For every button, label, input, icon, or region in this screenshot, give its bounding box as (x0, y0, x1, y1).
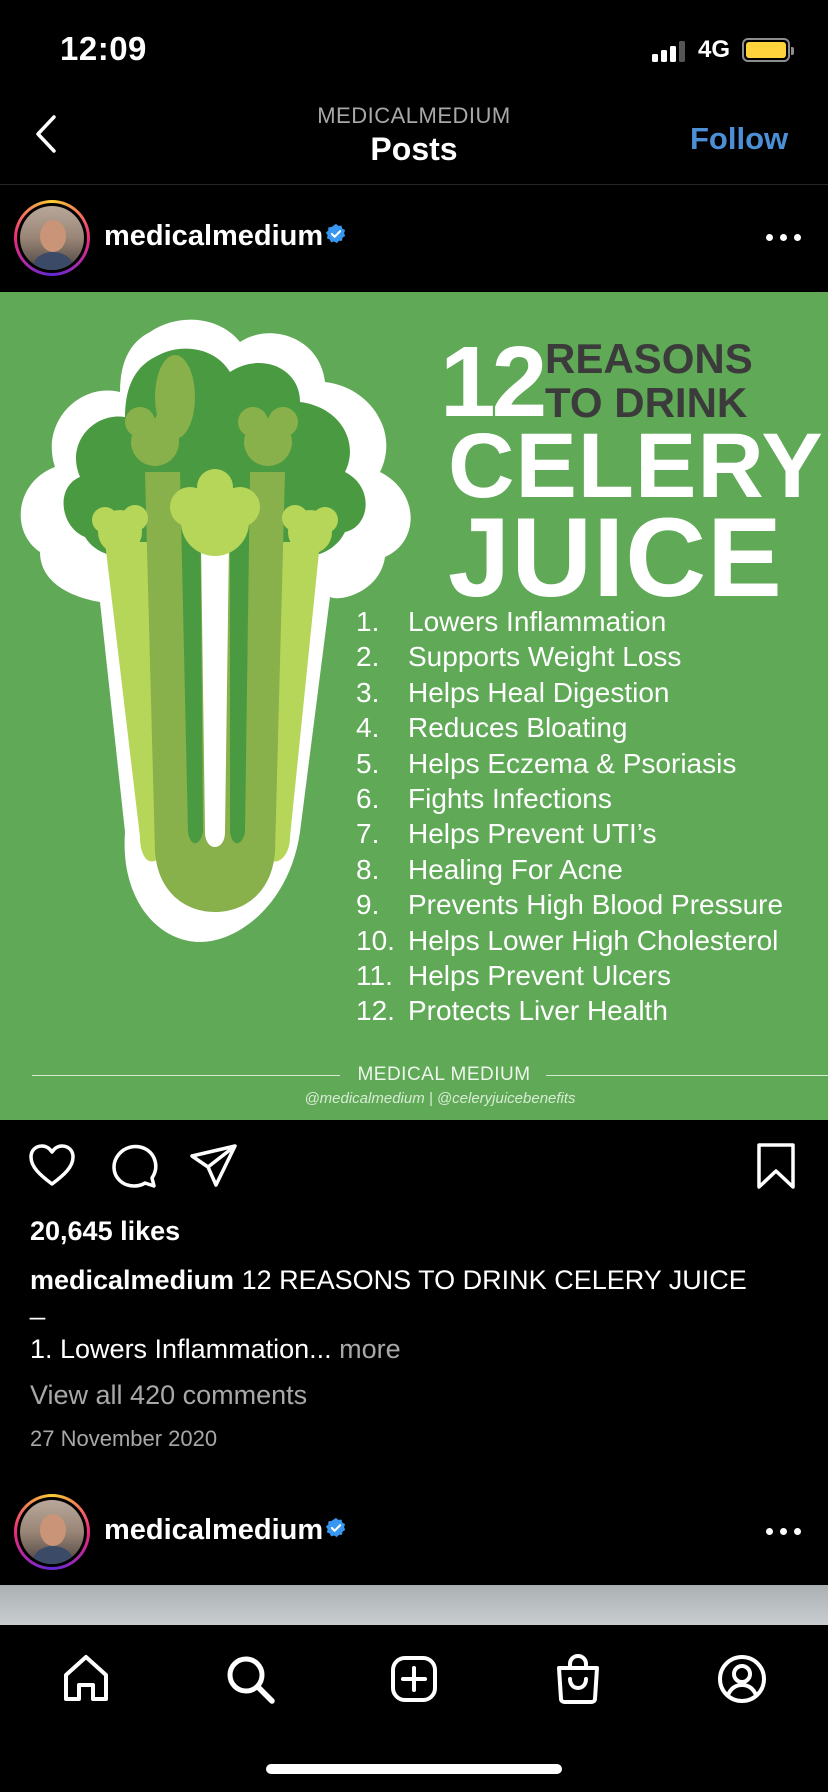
follow-button[interactable]: Follow (690, 121, 788, 157)
verified-badge-icon (325, 223, 346, 244)
list-item: 11. Helps Prevent Ulcers (356, 959, 671, 991)
status-time: 12:09 (60, 30, 147, 67)
nav-titles: MEDICALMEDIUM Posts (214, 103, 614, 168)
nav-bar: MEDICALMEDIUM Posts Follow (0, 95, 828, 185)
network-label: 4G (698, 36, 731, 63)
back-button[interactable] (28, 109, 68, 159)
status-bar: 12:09 4G (0, 0, 828, 95)
list-item: 7. Helps Prevent UTI’s (356, 818, 657, 850)
post-username[interactable]: medicalmedium (104, 220, 323, 253)
nav-subtitle: MEDICALMEDIUM (317, 103, 511, 128)
post-username[interactable]: medicalmedium (104, 1514, 323, 1547)
post-date: 27 November 2020 (30, 1426, 218, 1451)
image-handles: @medicalmedium | @celeryjuicebenefits (304, 1090, 576, 1107)
bookmark-icon[interactable] (750, 1140, 802, 1192)
shop-icon[interactable] (548, 1649, 608, 1709)
list-item: 4. Reduces Bloating (356, 712, 628, 744)
divider (546, 1075, 828, 1076)
home-indicator[interactable] (266, 1764, 562, 1774)
list-item: 3. Helps Heal Digestion (356, 676, 670, 708)
list-item: 10. Helps Lower High Cholesterol (356, 924, 779, 956)
list-item: 5. Helps Eczema & Psoriasis (356, 747, 737, 779)
caption-username[interactable]: medicalmedium (30, 1265, 234, 1295)
list-item: 9. Prevents High Blood Pressure (356, 889, 784, 921)
divider (32, 1075, 340, 1076)
list-item: 12. Protects Liver Health (356, 995, 668, 1027)
caption-line2: 1. Lowers Inflammation... more (30, 1334, 401, 1365)
avatar[interactable] (14, 200, 90, 276)
profile-icon[interactable] (712, 1649, 772, 1709)
caption-dash: _ (30, 1290, 46, 1320)
verified-badge-icon (325, 1517, 346, 1538)
chevron-left-icon (36, 115, 56, 153)
page-title: Posts (370, 131, 458, 167)
caption-text: 12 REASONS TO DRINK CELERY JUICE (241, 1265, 747, 1295)
caption-line2-text: 1. Lowers Inflammation... (30, 1334, 332, 1364)
list-item: 6. Fights Infections (356, 782, 612, 814)
list-item: 1. Lowers Inflammation (356, 606, 667, 637)
list-item: 2. Supports Weight Loss (356, 641, 682, 673)
share-icon[interactable] (188, 1140, 240, 1192)
search-icon[interactable] (220, 1649, 280, 1709)
more-link[interactable]: more (339, 1334, 401, 1364)
image-brand: MEDICAL MEDIUM (357, 1064, 531, 1085)
image-reasons-line1: REASONS (545, 335, 753, 382)
post-image[interactable]: 12 REASONS TO DRINK CELERY JUICE 1. Lower… (0, 292, 828, 1120)
comment-icon[interactable] (108, 1140, 160, 1192)
heart-icon[interactable] (26, 1140, 78, 1192)
likes-count[interactable]: 20,645 likes (30, 1216, 180, 1247)
home-icon[interactable] (56, 1649, 116, 1709)
view-comments-link[interactable]: View all 420 comments (30, 1380, 307, 1411)
more-options-icon[interactable] (766, 1528, 804, 1536)
avatar[interactable] (14, 1494, 90, 1570)
image-word-juice: JUICE (448, 495, 783, 620)
caption: medicalmedium 12 REASONS TO DRINK CELERY… (30, 1262, 790, 1298)
battery-icon (742, 38, 794, 62)
image-reasons-heading: REASONS TO DRINK (545, 337, 753, 425)
action-bar (0, 1140, 828, 1196)
next-post-header: medicalmedium (0, 1480, 828, 1580)
next-post-image[interactable] (0, 1585, 828, 1625)
post-header: medicalmedium (0, 186, 828, 286)
signal-icon (652, 40, 688, 62)
new-post-icon[interactable] (384, 1649, 444, 1709)
reasons-list: 1. Lowers Inflammation 2. Supports Weight … (356, 604, 783, 1029)
more-options-icon[interactable] (766, 234, 804, 242)
list-item: 8. Healing For Acne (356, 853, 623, 885)
